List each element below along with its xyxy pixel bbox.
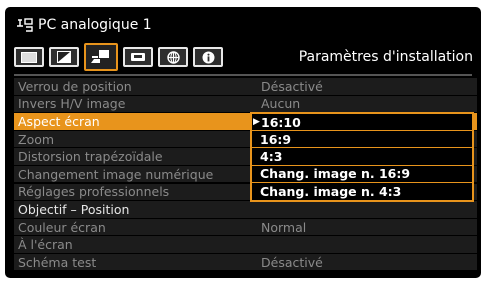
pc-input-icon bbox=[16, 17, 34, 33]
dropdown-option-shift-16-9[interactable]: Chang. image n. 16:9 bbox=[252, 166, 472, 183]
dropdown-option-4-3[interactable]: 4:3 bbox=[252, 148, 472, 166]
menu-row-value: Désactivé bbox=[261, 254, 323, 270]
menu-row-label: Couleur écran bbox=[18, 219, 106, 235]
tab-title: Paramètres d'installation bbox=[298, 49, 473, 65]
dropdown-option-label: 16:9 bbox=[260, 131, 292, 147]
menu-row-label: Changement image numérique bbox=[18, 166, 214, 182]
network-icon bbox=[130, 52, 146, 62]
menu-row-value: Désactivé bbox=[261, 78, 323, 94]
dropdown-option-label: Chang. image n. 16:9 bbox=[260, 166, 411, 182]
menu-row-label: Invers H/V image bbox=[18, 96, 126, 112]
dropdown-option-16-9[interactable]: 16:9 bbox=[252, 131, 472, 149]
tab-bar: Paramètres d'installation bbox=[14, 43, 477, 71]
image-adjust-icon bbox=[21, 51, 37, 63]
menu-row-value: Normal bbox=[261, 219, 307, 235]
menu-row-value: Aucun bbox=[261, 96, 301, 112]
picture-quality-icon bbox=[57, 51, 71, 63]
installation-icon bbox=[90, 50, 112, 64]
projector-osd-menu: PC analogique 1 Paramètres d'installatio… bbox=[5, 7, 481, 278]
menu-row-label: Réglages professionnels bbox=[18, 184, 170, 200]
globe-icon bbox=[166, 50, 180, 64]
dropdown-option-16-10[interactable]: ▶ 16:10 bbox=[252, 114, 472, 132]
menu-row-label: Schéma test bbox=[18, 254, 97, 270]
divider bbox=[14, 74, 472, 76]
tab-picture-quality[interactable] bbox=[49, 47, 79, 67]
menu-row-label: À l'écran bbox=[18, 237, 73, 253]
tab-globe[interactable] bbox=[158, 47, 188, 67]
tab-image-adjust[interactable] bbox=[14, 47, 44, 67]
dropdown-option-label: 4:3 bbox=[260, 148, 283, 164]
menu-row-lens-position[interactable]: Objectif – Position bbox=[14, 201, 477, 218]
menu-row-label: Verrou de position bbox=[18, 78, 132, 94]
menu-row-test-pattern[interactable]: Schéma test Désactivé bbox=[14, 253, 477, 271]
header-title: PC analogique 1 bbox=[38, 17, 152, 33]
dropdown-option-shift-4-3[interactable]: Chang. image n. 4:3 bbox=[252, 183, 472, 200]
tab-installation[interactable] bbox=[84, 43, 118, 71]
tab-info[interactable] bbox=[193, 47, 223, 67]
menu-row-label: Objectif – Position bbox=[18, 201, 130, 217]
info-icon bbox=[202, 51, 215, 64]
dropdown-option-label: Chang. image n. 4:3 bbox=[260, 183, 402, 199]
menu-row-position-lock[interactable]: Verrou de position Désactivé bbox=[14, 78, 477, 95]
tab-network[interactable] bbox=[123, 47, 153, 67]
menu-row-image-flip[interactable]: Invers H/V image Aucun bbox=[14, 95, 477, 113]
menu-row-label: Aspect écran bbox=[18, 113, 100, 129]
menu-row-label: Distorsion trapézoïdale bbox=[18, 149, 163, 165]
menu-row-screen-color[interactable]: Couleur écran Normal bbox=[14, 218, 477, 236]
menu-row-label: Zoom bbox=[18, 131, 55, 147]
selected-arrow-icon: ▶ bbox=[253, 117, 260, 128]
aspect-dropdown: ▶ 16:10 16:9 4:3 Chang. image n. 16:9 Ch… bbox=[250, 112, 474, 202]
dropdown-option-label: 16:10 bbox=[261, 114, 301, 130]
menu-row-on-screen[interactable]: À l'écran bbox=[14, 236, 477, 253]
header: PC analogique 1 bbox=[16, 14, 152, 36]
